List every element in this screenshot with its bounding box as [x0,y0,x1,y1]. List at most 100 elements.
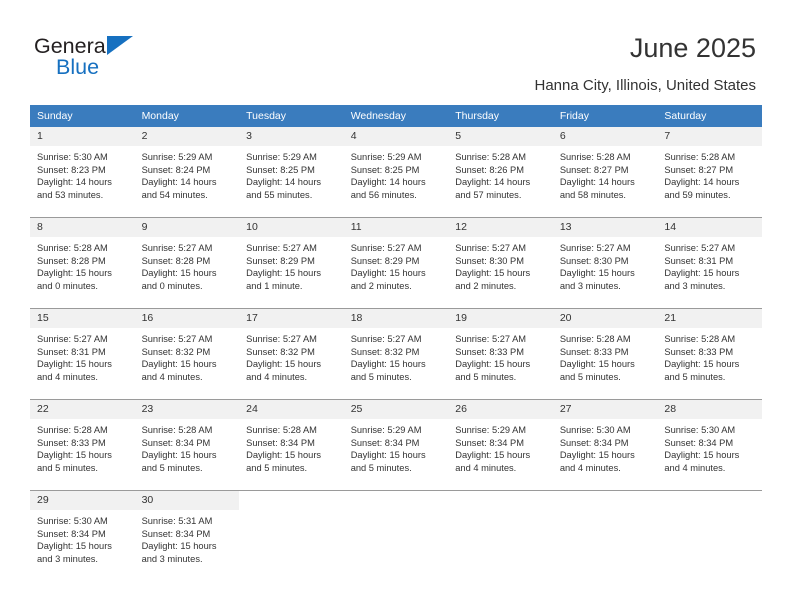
brand-logo[interactable]: General Blue [34,34,214,84]
day-number: 6 [552,127,658,146]
calendar-day-cell[interactable]: 21 Sunrise: 5:28 AM Sunset: 8:33 PM Dayl… [657,308,762,400]
sunrise-text: Sunrise: 5:28 AM [455,152,527,162]
sunset-text: Sunset: 8:34 PM [350,437,420,448]
page-subtitle: Hanna City, Illinois, United States [534,77,757,94]
day-details: Sunrise: 5:30 AM Sunset: 8:34 PM Dayligh… [553,419,658,474]
calendar-day-cell[interactable]: 10 Sunrise: 5:27 AM Sunset: 8:29 PM Dayl… [239,217,344,309]
daylight-text: Daylight: 15 hours and 4 minutes. [141,359,217,382]
sunset-text: Sunset: 8:27 PM [664,164,734,175]
sunset-text: Sunset: 8:34 PM [559,437,629,448]
day-details: Sunrise: 5:29 AM Sunset: 8:25 PM Dayligh… [344,146,449,201]
calendar-day-cell[interactable]: 26 Sunrise: 5:29 AM Sunset: 8:34 PM Dayl… [448,399,553,491]
daylight-text: Daylight: 15 hours and 4 minutes. [664,450,740,473]
sunrise-text: Sunrise: 5:29 AM [141,152,213,162]
calendar-day-cell[interactable]: 16 Sunrise: 5:27 AM Sunset: 8:32 PM Dayl… [134,308,240,400]
calendar-day-cell[interactable]: 3 Sunrise: 5:29 AM Sunset: 8:25 PM Dayli… [239,127,344,218]
daylight-text: Daylight: 14 hours and 54 minutes. [141,177,217,200]
sunrise-text: Sunrise: 5:27 AM [664,243,736,253]
calendar-day-cell[interactable]: 17 Sunrise: 5:27 AM Sunset: 8:32 PM Dayl… [239,308,344,400]
calendar-day-cell[interactable]: 5 Sunrise: 5:28 AM Sunset: 8:26 PM Dayli… [448,127,553,218]
daylight-text: Daylight: 15 hours and 4 minutes. [37,359,112,382]
sunset-text: Sunset: 8:33 PM [559,346,629,357]
sunrise-text: Sunrise: 5:28 AM [559,152,631,162]
calendar-day-cell[interactable]: 18 Sunrise: 5:27 AM Sunset: 8:32 PM Dayl… [343,308,449,400]
calendar-day-cell[interactable]: 27 Sunrise: 5:30 AM Sunset: 8:34 PM Dayl… [552,399,658,491]
day-details: Sunrise: 5:28 AM Sunset: 8:26 PM Dayligh… [448,146,553,201]
calendar-day-cell[interactable]: 8 Sunrise: 5:28 AM Sunset: 8:28 PM Dayli… [30,217,135,309]
sunrise-text: Sunrise: 5:28 AM [559,334,631,344]
calendar-day-cell[interactable]: 20 Sunrise: 5:28 AM Sunset: 8:33 PM Dayl… [552,308,658,400]
daylight-text: Daylight: 15 hours and 4 minutes. [455,450,531,473]
day-number: 10 [239,218,344,237]
daylight-text: Daylight: 14 hours and 59 minutes. [664,177,740,200]
sunset-text: Sunset: 8:32 PM [246,346,315,357]
calendar-day-cell[interactable]: 14 Sunrise: 5:27 AM Sunset: 8:31 PM Dayl… [657,217,762,309]
day-details: Sunrise: 5:29 AM Sunset: 8:24 PM Dayligh… [135,146,240,201]
day-details: Sunrise: 5:27 AM Sunset: 8:32 PM Dayligh… [344,328,449,383]
sunrise-text: Sunrise: 5:27 AM [455,243,527,253]
day-details: Sunrise: 5:27 AM Sunset: 8:30 PM Dayligh… [448,237,553,292]
sunset-text: Sunset: 8:34 PM [141,528,211,539]
calendar-day-cell[interactable]: 7 Sunrise: 5:28 AM Sunset: 8:27 PM Dayli… [657,127,762,218]
day-number: 11 [343,218,449,237]
sunrise-text: Sunrise: 5:27 AM [141,334,213,344]
weekday-header-wednesday: Wednesday [343,105,449,127]
calendar-week-row: 29 Sunrise: 5:30 AM Sunset: 8:34 PM Dayl… [30,490,762,581]
calendar-day-cell[interactable]: 2 Sunrise: 5:29 AM Sunset: 8:24 PM Dayli… [134,127,240,218]
sunrise-text: Sunrise: 5:27 AM [246,334,317,344]
day-number: 30 [134,491,240,510]
weekday-header-thursday: Thursday [448,105,553,127]
calendar-day-cell[interactable]: 23 Sunrise: 5:28 AM Sunset: 8:34 PM Dayl… [134,399,240,491]
day-number: 4 [343,127,449,146]
day-number: 7 [657,127,762,146]
calendar-day-cell[interactable]: 25 Sunrise: 5:29 AM Sunset: 8:34 PM Dayl… [343,399,449,491]
day-details: Sunrise: 5:27 AM Sunset: 8:29 PM Dayligh… [239,237,344,292]
day-details: Sunrise: 5:28 AM Sunset: 8:28 PM Dayligh… [30,237,135,292]
calendar-day-cell[interactable]: 28 Sunrise: 5:30 AM Sunset: 8:34 PM Dayl… [657,399,762,491]
day-details: Sunrise: 5:27 AM Sunset: 8:28 PM Dayligh… [135,237,240,292]
sunset-text: Sunset: 8:23 PM [37,164,106,175]
calendar-day-cell[interactable]: 12 Sunrise: 5:27 AM Sunset: 8:30 PM Dayl… [448,217,553,309]
sunset-text: Sunset: 8:34 PM [246,437,315,448]
sunset-text: Sunset: 8:29 PM [350,255,420,266]
calendar-day-cell[interactable]: 29 Sunrise: 5:30 AM Sunset: 8:34 PM Dayl… [30,490,135,581]
calendar-day-cell[interactable]: 15 Sunrise: 5:27 AM Sunset: 8:31 PM Dayl… [30,308,135,400]
calendar-day-cell[interactable]: 24 Sunrise: 5:28 AM Sunset: 8:34 PM Dayl… [239,399,344,491]
day-number: 13 [552,218,658,237]
weekday-header-monday: Monday [134,105,240,127]
daylight-text: Daylight: 15 hours and 3 minutes. [37,541,112,564]
calendar-day-cell[interactable]: 22 Sunrise: 5:28 AM Sunset: 8:33 PM Dayl… [30,399,135,491]
sunrise-text: Sunrise: 5:27 AM [246,243,317,253]
sunrise-text: Sunrise: 5:28 AM [664,152,736,162]
calendar-day-cell[interactable]: 11 Sunrise: 5:27 AM Sunset: 8:29 PM Dayl… [343,217,449,309]
day-number: 22 [30,400,135,419]
sunset-text: Sunset: 8:28 PM [141,255,211,266]
calendar-day-cell-empty [448,490,553,581]
daylight-text: Daylight: 15 hours and 3 minutes. [559,268,635,291]
triangle-icon [107,36,133,55]
calendar-page: General Blue June 2025 Hanna City, Illin… [0,0,792,612]
daylight-text: Daylight: 15 hours and 5 minutes. [350,359,426,382]
calendar-day-cell[interactable]: 6 Sunrise: 5:28 AM Sunset: 8:27 PM Dayli… [552,127,658,218]
weekday-header-saturday: Saturday [657,105,762,127]
calendar-day-cell[interactable]: 13 Sunrise: 5:27 AM Sunset: 8:30 PM Dayl… [552,217,658,309]
calendar-day-cell[interactable]: 1 Sunrise: 5:30 AM Sunset: 8:23 PM Dayli… [30,127,135,218]
calendar-day-cell[interactable]: 19 Sunrise: 5:27 AM Sunset: 8:33 PM Dayl… [448,308,553,400]
day-number: 1 [30,127,135,146]
daylight-text: Daylight: 14 hours and 56 minutes. [350,177,426,200]
day-details: Sunrise: 5:30 AM Sunset: 8:23 PM Dayligh… [30,146,135,201]
day-number: 3 [239,127,344,146]
day-number: 8 [30,218,135,237]
calendar-day-cell-empty [239,490,344,581]
day-details: Sunrise: 5:28 AM Sunset: 8:33 PM Dayligh… [553,328,658,383]
calendar-day-cell[interactable]: 9 Sunrise: 5:27 AM Sunset: 8:28 PM Dayli… [134,217,240,309]
day-number: 21 [657,309,762,328]
daylight-text: Daylight: 15 hours and 1 minute. [246,268,322,291]
day-details: Sunrise: 5:28 AM Sunset: 8:34 PM Dayligh… [135,419,240,474]
calendar-day-cell[interactable]: 30 Sunrise: 5:31 AM Sunset: 8:34 PM Dayl… [134,490,240,581]
calendar-day-cell[interactable]: 4 Sunrise: 5:29 AM Sunset: 8:25 PM Dayli… [343,127,449,218]
day-number [657,491,762,510]
day-number: 27 [552,400,658,419]
day-number: 24 [239,400,344,419]
day-details: Sunrise: 5:31 AM Sunset: 8:34 PM Dayligh… [135,510,240,565]
